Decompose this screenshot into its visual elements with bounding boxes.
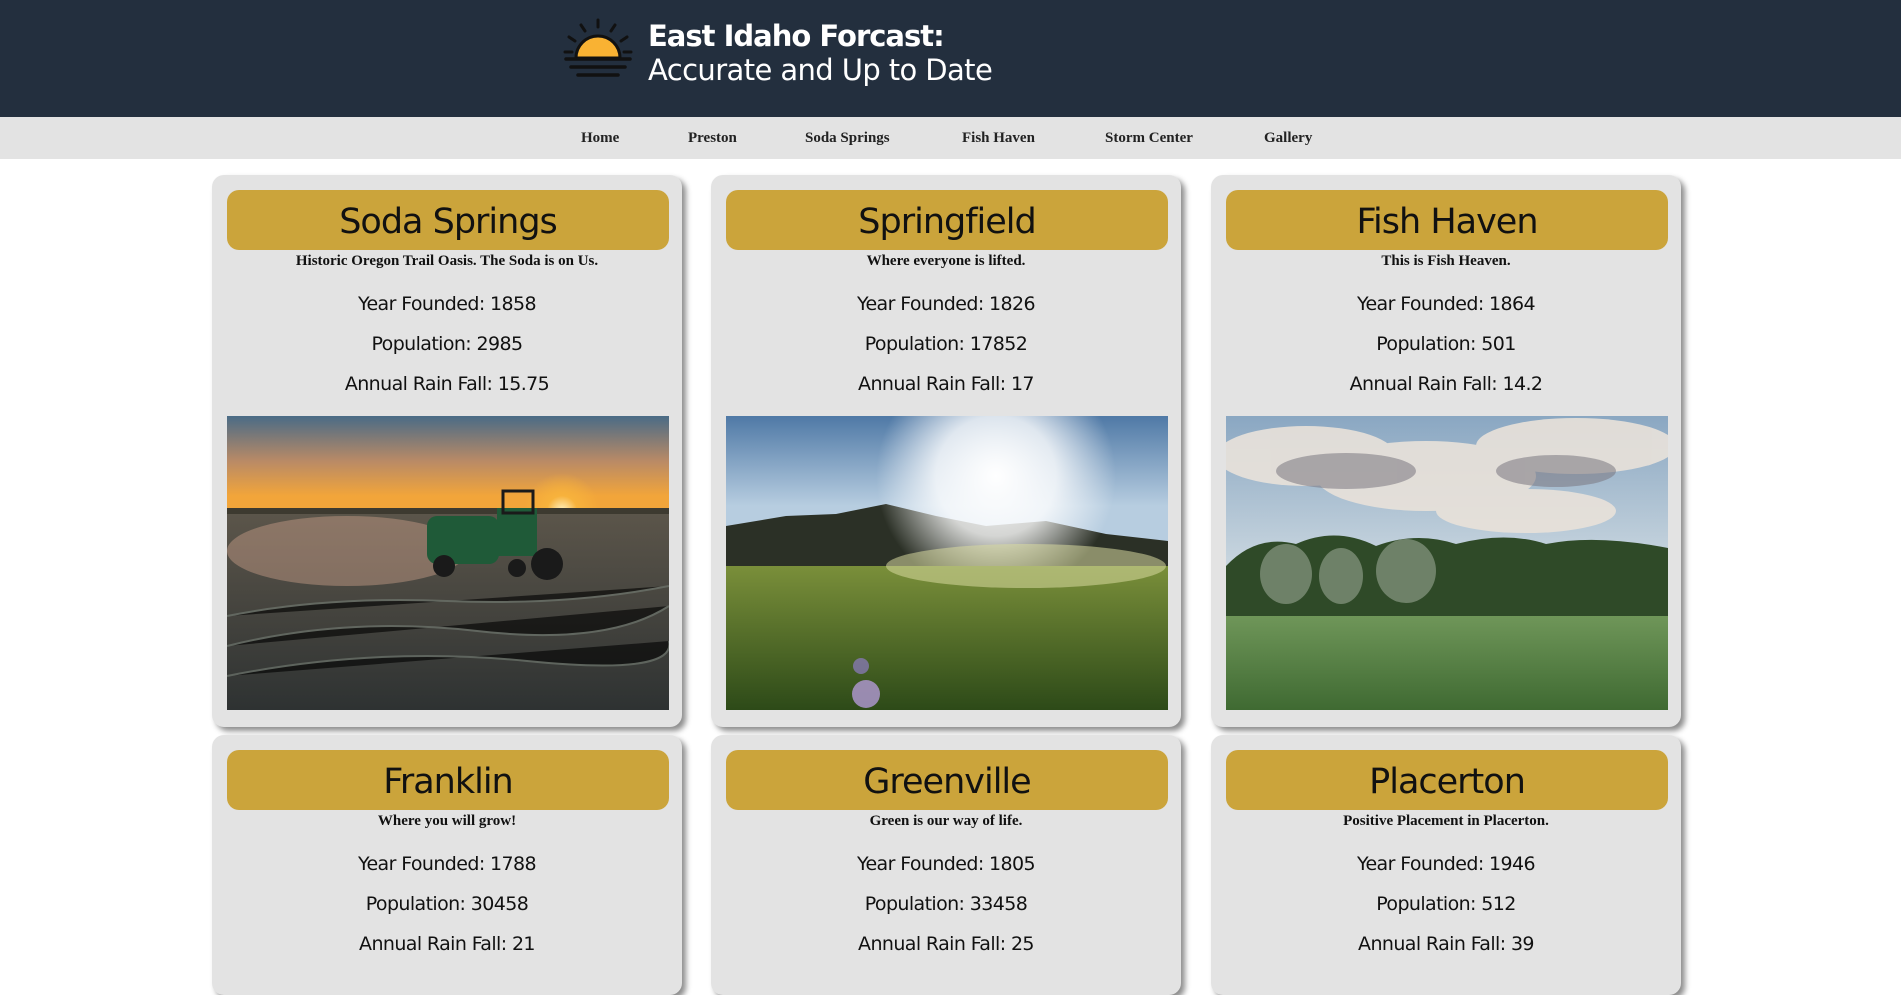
- town-name: Springfield: [726, 190, 1168, 250]
- town-founded: Year Founded: 1858: [357, 293, 537, 315]
- town-motto: This is Fish Heaven.: [1381, 253, 1511, 269]
- town-population: Population: 30458: [365, 893, 529, 915]
- town-card-soda-springs: Soda Springs Historic Oregon Trail Oasis…: [212, 175, 682, 727]
- town-name: Franklin: [227, 750, 669, 810]
- town-card-placerton: Placerton Positive Placement in Placerto…: [1211, 735, 1681, 995]
- town-card-springfield: Springfield Where everyone is lifted. Ye…: [711, 175, 1181, 727]
- town-name: Greenville: [726, 750, 1168, 810]
- nav-preston[interactable]: Preston: [688, 117, 737, 159]
- town-founded: Year Founded: 1946: [1356, 853, 1536, 875]
- town-motto: Where everyone is lifted.: [866, 253, 1026, 269]
- town-name: Placerton: [1226, 750, 1668, 810]
- town-founded: Year Founded: 1788: [357, 853, 537, 875]
- sunlit-meadow-photo: [726, 416, 1168, 710]
- nav-soda-springs[interactable]: Soda Springs: [805, 117, 890, 159]
- nav-home[interactable]: Home: [581, 117, 619, 159]
- town-founded: Year Founded: 1826: [856, 293, 1036, 315]
- nav-storm-center[interactable]: Storm Center: [1105, 117, 1193, 159]
- town-name: Soda Springs: [227, 190, 669, 250]
- town-name: Fish Haven: [1226, 190, 1668, 250]
- town-population: Population: 33458: [864, 893, 1028, 915]
- town-founded: Year Founded: 1864: [1356, 293, 1536, 315]
- town-population: Population: 17852: [864, 333, 1028, 355]
- town-population: Population: 512: [1376, 893, 1516, 915]
- town-rainfall: Annual Rain Fall: 21: [359, 933, 535, 955]
- nav-fish-haven[interactable]: Fish Haven: [962, 117, 1035, 159]
- site-title-line2: Accurate and Up to Date: [648, 53, 993, 87]
- site-title-line1: East Idaho Forcast:: [648, 19, 945, 53]
- nav-gallery[interactable]: Gallery: [1264, 117, 1312, 159]
- site-header: East Idaho Forcast: Accurate and Up to D…: [0, 0, 1901, 117]
- town-population: Population: 501: [1376, 333, 1516, 355]
- tractor-sunset-photo: [227, 416, 669, 710]
- sunrise-logo-icon: [563, 18, 633, 77]
- town-card-greenville: Greenville Green is our way of life. Yea…: [711, 735, 1181, 995]
- main-nav: Home Preston Soda Springs Fish Haven Sto…: [0, 117, 1901, 159]
- cloudy-field-photo: [1226, 416, 1668, 710]
- town-motto: Historic Oregon Trail Oasis. The Soda is…: [295, 253, 599, 269]
- town-motto: Where you will grow!: [377, 813, 517, 829]
- town-rainfall: Annual Rain Fall: 14.2: [1349, 373, 1543, 395]
- town-motto: Green is our way of life.: [869, 813, 1023, 829]
- town-motto: Positive Placement in Placerton.: [1343, 813, 1549, 829]
- town-rainfall: Annual Rain Fall: 15.75: [344, 373, 550, 395]
- town-rainfall: Annual Rain Fall: 25: [858, 933, 1034, 955]
- town-rainfall: Annual Rain Fall: 39: [1358, 933, 1534, 955]
- town-population: Population: 2985: [371, 333, 523, 355]
- town-founded: Year Founded: 1805: [856, 853, 1036, 875]
- town-card-franklin: Franklin Where you will grow! Year Found…: [212, 735, 682, 995]
- town-card-fish-haven: Fish Haven This is Fish Heaven. Year Fou…: [1211, 175, 1681, 727]
- town-rainfall: Annual Rain Fall: 17: [858, 373, 1034, 395]
- site-title: East Idaho Forcast: Accurate and Up to D…: [648, 18, 993, 87]
